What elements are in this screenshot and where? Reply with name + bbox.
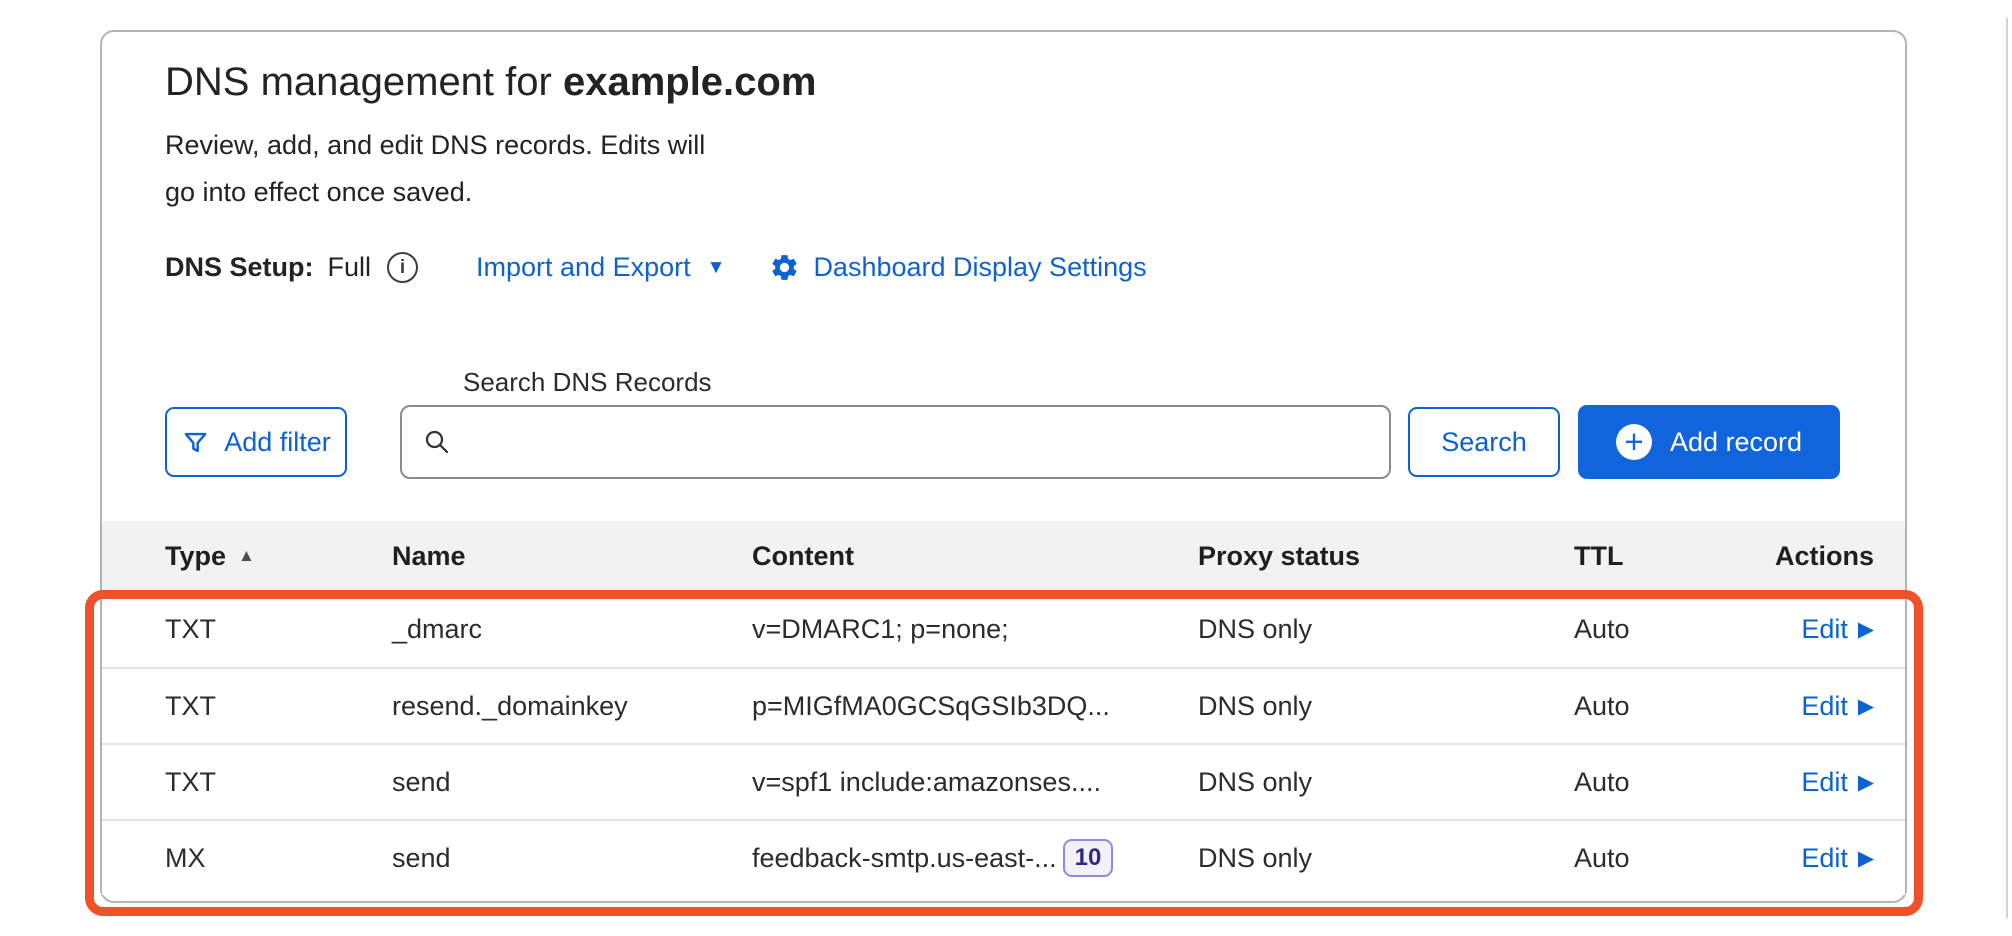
table-row: TXT _dmarc v=DMARC1; p=none; DNS only Au… — [102, 591, 1905, 667]
search-input-wrapper — [400, 405, 1391, 479]
cell-proxy-status: DNS only — [1198, 767, 1574, 798]
import-export-label: Import and Export — [476, 252, 691, 283]
search-input[interactable] — [466, 426, 1369, 459]
column-header-content[interactable]: Content — [752, 541, 1198, 572]
add-filter-button[interactable]: Add filter — [165, 407, 347, 477]
dns-setup-value: Full — [328, 252, 372, 283]
search-button[interactable]: Search — [1408, 407, 1560, 477]
cell-content: p=MIGfMA0GCSqGSIb3DQ... — [752, 691, 1198, 722]
cell-type: TXT — [165, 767, 392, 798]
edit-link-label: Edit — [1801, 767, 1848, 798]
cell-type: MX — [165, 843, 392, 874]
column-header-ttl[interactable]: TTL — [1574, 541, 1764, 572]
cell-name: send — [392, 767, 752, 798]
add-record-button[interactable]: + Add record — [1578, 405, 1840, 479]
plus-icon: + — [1616, 424, 1652, 460]
dns-setup-row: DNS Setup: Full i Import and Export ▼ Da… — [165, 252, 1842, 283]
cell-ttl: Auto — [1574, 843, 1764, 874]
edit-link-label: Edit — [1801, 614, 1848, 645]
sort-ascending-icon: ▲ — [238, 546, 255, 566]
page-title-domain: example.com — [563, 60, 816, 104]
column-header-content-label: Content — [752, 541, 854, 572]
cell-type: TXT — [165, 614, 392, 645]
toolbar: Add filter Search + Add record — [165, 405, 1840, 479]
cell-actions: Edit ▶ — [1801, 691, 1874, 722]
search-button-label: Search — [1441, 427, 1527, 458]
cell-content: v=DMARC1; p=none; — [752, 614, 1198, 645]
gear-icon — [769, 252, 800, 283]
edit-link[interactable]: Edit ▶ — [1801, 843, 1874, 874]
cell-name: send — [392, 843, 752, 874]
edit-arrow-icon: ▶ — [1858, 848, 1874, 869]
edit-arrow-icon: ▶ — [1858, 696, 1874, 717]
search-icon — [422, 427, 452, 457]
cell-proxy-status: DNS only — [1198, 691, 1574, 722]
viewport-right-edge-line — [2006, 18, 2008, 918]
column-header-actions: Actions — [1775, 541, 1874, 572]
dns-setup-label: DNS Setup: — [165, 252, 314, 283]
edit-arrow-icon: ▶ — [1858, 619, 1874, 640]
info-icon[interactable]: i — [387, 252, 418, 283]
cell-content: feedback-smtp.us-east-... 10 — [752, 839, 1198, 877]
search-dns-records-label: Search DNS Records — [463, 367, 1905, 397]
table-body: TXT _dmarc v=DMARC1; p=none; DNS only Au… — [102, 591, 1905, 895]
table-row: TXT resend._domainkey p=MIGfMA0GCSqGSIb3… — [102, 667, 1905, 743]
add-record-label: Add record — [1670, 427, 1802, 458]
cell-name: _dmarc — [392, 614, 752, 645]
cell-content: v=spf1 include:amazonses.... — [752, 767, 1198, 798]
cell-ttl: Auto — [1574, 767, 1764, 798]
cell-actions: Edit ▶ — [1801, 767, 1874, 798]
cell-actions: Edit ▶ — [1801, 843, 1874, 874]
cell-proxy-status: DNS only — [1198, 843, 1574, 874]
content-text: feedback-smtp.us-east-... — [752, 843, 1057, 874]
priority-badge: 10 — [1063, 839, 1114, 877]
subtitle-line-1: Review, add, and edit DNS records. Edits… — [165, 122, 845, 169]
cell-ttl: Auto — [1574, 691, 1764, 722]
table-header-row: Type ▲ Name Content Proxy status TTL Act… — [102, 521, 1905, 591]
column-header-name[interactable]: Name — [392, 541, 752, 572]
column-header-actions-label: Actions — [1775, 541, 1874, 572]
cell-type: TXT — [165, 691, 392, 722]
cell-proxy-status: DNS only — [1198, 614, 1574, 645]
column-header-name-label: Name — [392, 541, 466, 572]
dashboard-display-settings-link[interactable]: Dashboard Display Settings — [769, 252, 1146, 283]
chevron-down-icon: ▼ — [707, 258, 726, 277]
column-header-proxy-status[interactable]: Proxy status — [1198, 541, 1574, 572]
filter-funnel-icon — [181, 428, 210, 457]
content-text: v=DMARC1; p=none; — [752, 614, 1009, 645]
edit-link-label: Edit — [1801, 691, 1848, 722]
column-header-type-label: Type — [165, 541, 226, 572]
table-row: TXT send v=spf1 include:amazonses.... DN… — [102, 743, 1905, 819]
dashboard-display-settings-label: Dashboard Display Settings — [813, 252, 1146, 283]
page-title: DNS management for example.com — [165, 58, 1842, 106]
column-header-proxy-status-label: Proxy status — [1198, 541, 1360, 572]
edit-link[interactable]: Edit ▶ — [1801, 767, 1874, 798]
import-export-link[interactable]: Import and Export ▼ — [476, 252, 725, 283]
edit-link[interactable]: Edit ▶ — [1801, 614, 1874, 645]
table-row: MX send feedback-smtp.us-east-... 10 DNS… — [102, 819, 1905, 895]
edit-arrow-icon: ▶ — [1858, 772, 1874, 793]
page-title-prefix: DNS management for — [165, 60, 563, 104]
cell-name: resend._domainkey — [392, 691, 752, 722]
edit-link[interactable]: Edit ▶ — [1801, 691, 1874, 722]
cell-ttl: Auto — [1574, 614, 1764, 645]
column-header-ttl-label: TTL — [1574, 541, 1623, 572]
content-text: v=spf1 include:amazonses.... — [752, 767, 1101, 798]
edit-link-label: Edit — [1801, 843, 1848, 874]
content-text: p=MIGfMA0GCSqGSIb3DQ... — [752, 691, 1110, 722]
subtitle-line-2: go into effect once saved. — [165, 169, 845, 216]
dns-records-table: Type ▲ Name Content Proxy status TTL Act… — [102, 521, 1905, 895]
cell-actions: Edit ▶ — [1801, 614, 1874, 645]
column-header-type[interactable]: Type ▲ — [165, 541, 392, 572]
page-subtitle: Review, add, and edit DNS records. Edits… — [165, 122, 845, 216]
dns-management-card: DNS management for example.com Review, a… — [100, 30, 1907, 903]
add-filter-label: Add filter — [224, 427, 331, 458]
